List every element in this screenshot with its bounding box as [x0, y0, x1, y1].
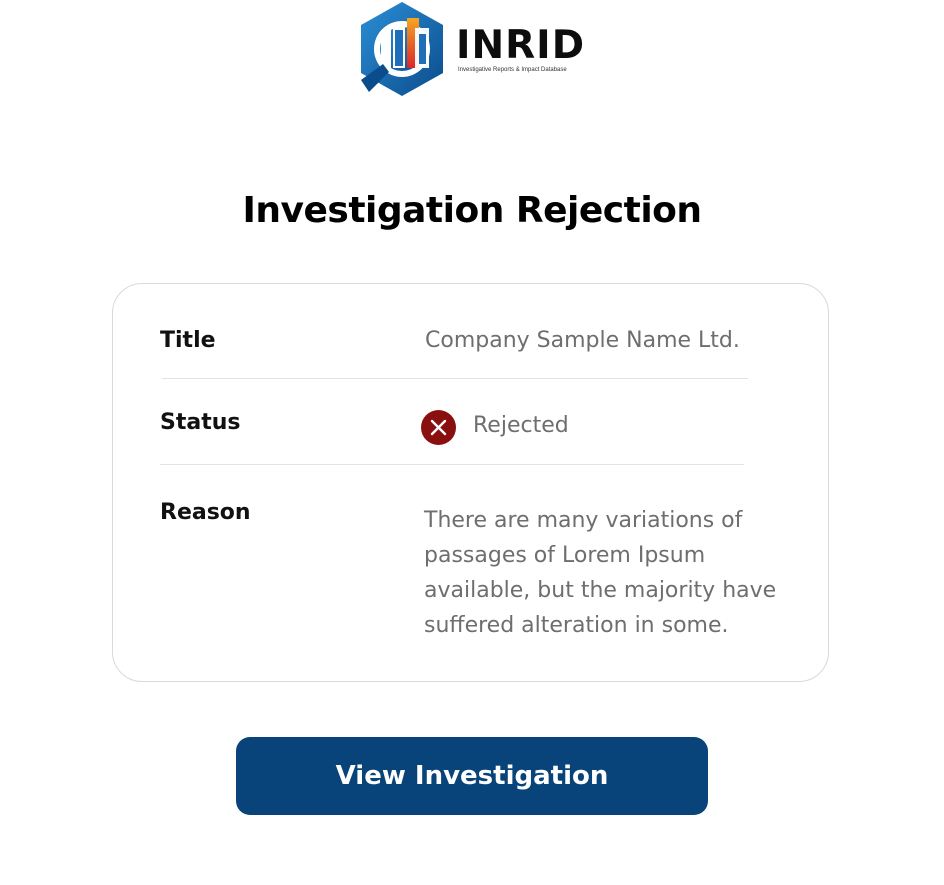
divider — [162, 378, 748, 379]
title-label: Title — [160, 328, 216, 353]
logo-tagline: Investigative Reports & Impact Database — [458, 67, 567, 73]
status-value: Rejected — [473, 413, 569, 438]
inrid-logo: INRID Investigative Reports & Impact Dat… — [357, 0, 589, 98]
reason-value: There are many variations of passages of… — [424, 508, 777, 638]
title-value: Company Sample Name Ltd. — [425, 328, 740, 353]
reason-label: Reason — [160, 500, 251, 525]
page-title: Investigation Rejection — [242, 190, 702, 231]
divider — [160, 464, 744, 465]
x-circle-icon — [421, 410, 456, 445]
view-investigation-button[interactable]: View Investigation — [236, 737, 708, 815]
status-label: Status — [160, 410, 241, 435]
logo-wordmark: INRID — [456, 23, 586, 68]
inrid-logo-mark-icon — [361, 2, 443, 96]
